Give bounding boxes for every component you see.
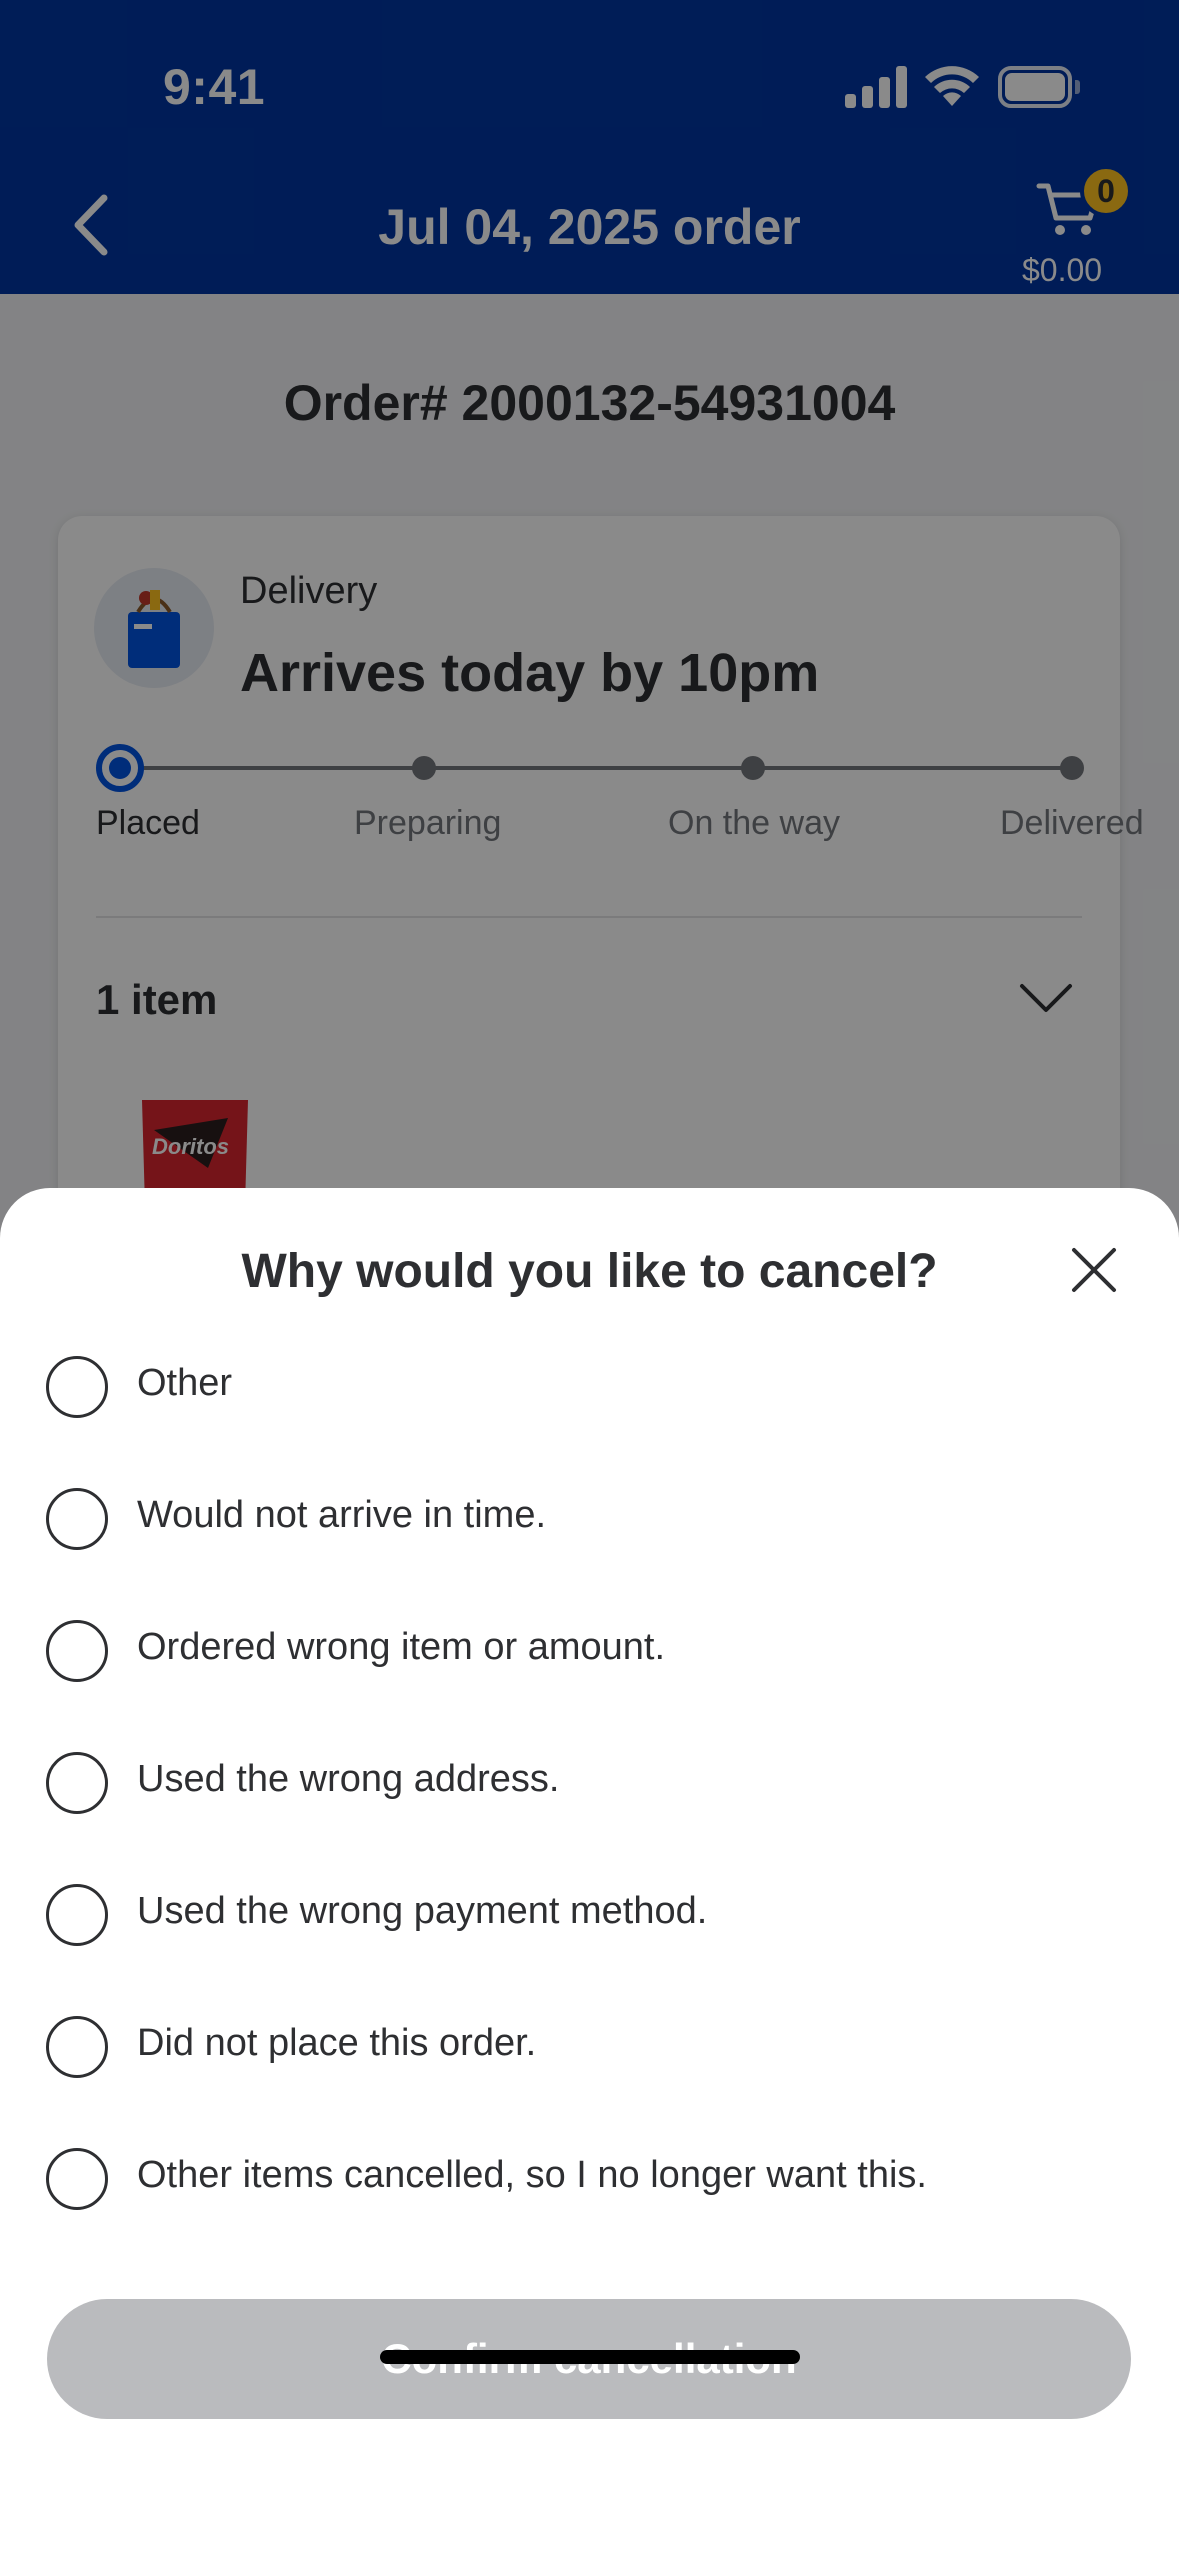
reason-option-other[interactable]: Other xyxy=(46,1346,1136,1426)
reason-option-wrong-item[interactable]: Ordered wrong item or amount. xyxy=(46,1610,1136,1690)
reason-label: Would not arrive in time. xyxy=(137,1494,547,1536)
radio-button[interactable] xyxy=(46,1884,108,1946)
cancel-reason-sheet: Why would you like to cancel? Other Woul… xyxy=(0,1188,1179,2556)
reason-option-other-items-cancelled[interactable]: Other items cancelled, so I no longer wa… xyxy=(46,2138,1136,2218)
radio-button[interactable] xyxy=(46,2148,108,2210)
reason-label: Other xyxy=(137,1362,233,1404)
reason-label: Other items cancelled, so I no longer wa… xyxy=(137,2154,927,2196)
reason-label: Used the wrong address. xyxy=(137,1758,560,1800)
radio-button[interactable] xyxy=(46,1356,108,1418)
reason-option-wrong-payment[interactable]: Used the wrong payment method. xyxy=(46,1874,1136,1954)
reason-option-not-placed[interactable]: Did not place this order. xyxy=(46,2006,1136,2086)
radio-button[interactable] xyxy=(46,2016,108,2078)
reason-option-late[interactable]: Would not arrive in time. xyxy=(46,1478,1136,1558)
reason-label: Used the wrong payment method. xyxy=(137,1890,708,1932)
radio-button[interactable] xyxy=(46,1752,108,1814)
reason-label: Did not place this order. xyxy=(137,2022,537,2064)
radio-button[interactable] xyxy=(46,1620,108,1682)
close-icon[interactable] xyxy=(1068,1244,1120,1296)
home-indicator xyxy=(380,2350,800,2364)
reason-label: Ordered wrong item or amount. xyxy=(137,1626,666,1668)
reason-option-wrong-address[interactable]: Used the wrong address. xyxy=(46,1742,1136,1822)
sheet-title: Why would you like to cancel? xyxy=(241,1245,938,1298)
radio-button[interactable] xyxy=(46,1488,108,1550)
